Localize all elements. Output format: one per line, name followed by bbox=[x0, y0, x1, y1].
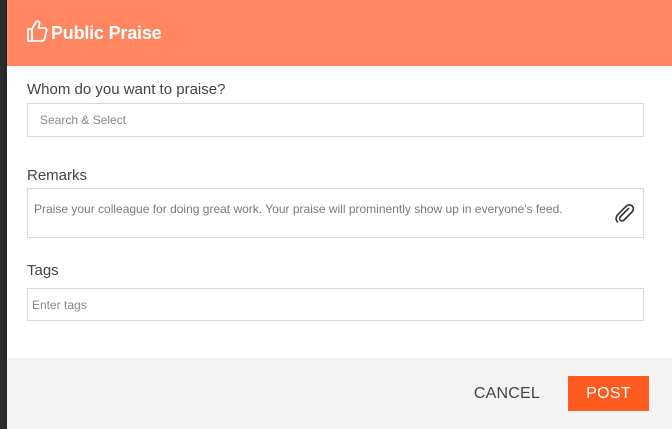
public-praise-dialog: Public Praise Whom do you want to praise… bbox=[7, 0, 672, 429]
remarks-placeholder: Praise your colleague for doing great wo… bbox=[34, 202, 563, 216]
cancel-button[interactable]: CANCEL bbox=[474, 385, 540, 403]
dialog-title: Public Praise bbox=[51, 22, 162, 43]
tags-label: Tags bbox=[27, 262, 59, 279]
post-button[interactable]: POST bbox=[568, 376, 649, 411]
paperclip-icon[interactable] bbox=[613, 202, 635, 224]
tags-placeholder: Enter tags bbox=[32, 297, 87, 312]
dialog-footer: CANCEL POST bbox=[7, 358, 672, 429]
dialog-header: Public Praise bbox=[7, 0, 672, 66]
colleague-search-placeholder: Search & Select bbox=[40, 113, 127, 127]
remarks-textarea[interactable]: Praise your colleague for doing great wo… bbox=[27, 188, 644, 238]
colleague-search-input[interactable]: Search & Select bbox=[27, 103, 644, 137]
remarks-label: Remarks bbox=[27, 167, 88, 184]
tags-input[interactable]: Enter tags bbox=[27, 288, 644, 321]
dialog-body: Whom do you want to praise? Search & Sel… bbox=[7, 66, 672, 321]
thumbs-up-icon bbox=[26, 19, 48, 43]
whom-label: Whom do you want to praise? bbox=[27, 81, 226, 98]
